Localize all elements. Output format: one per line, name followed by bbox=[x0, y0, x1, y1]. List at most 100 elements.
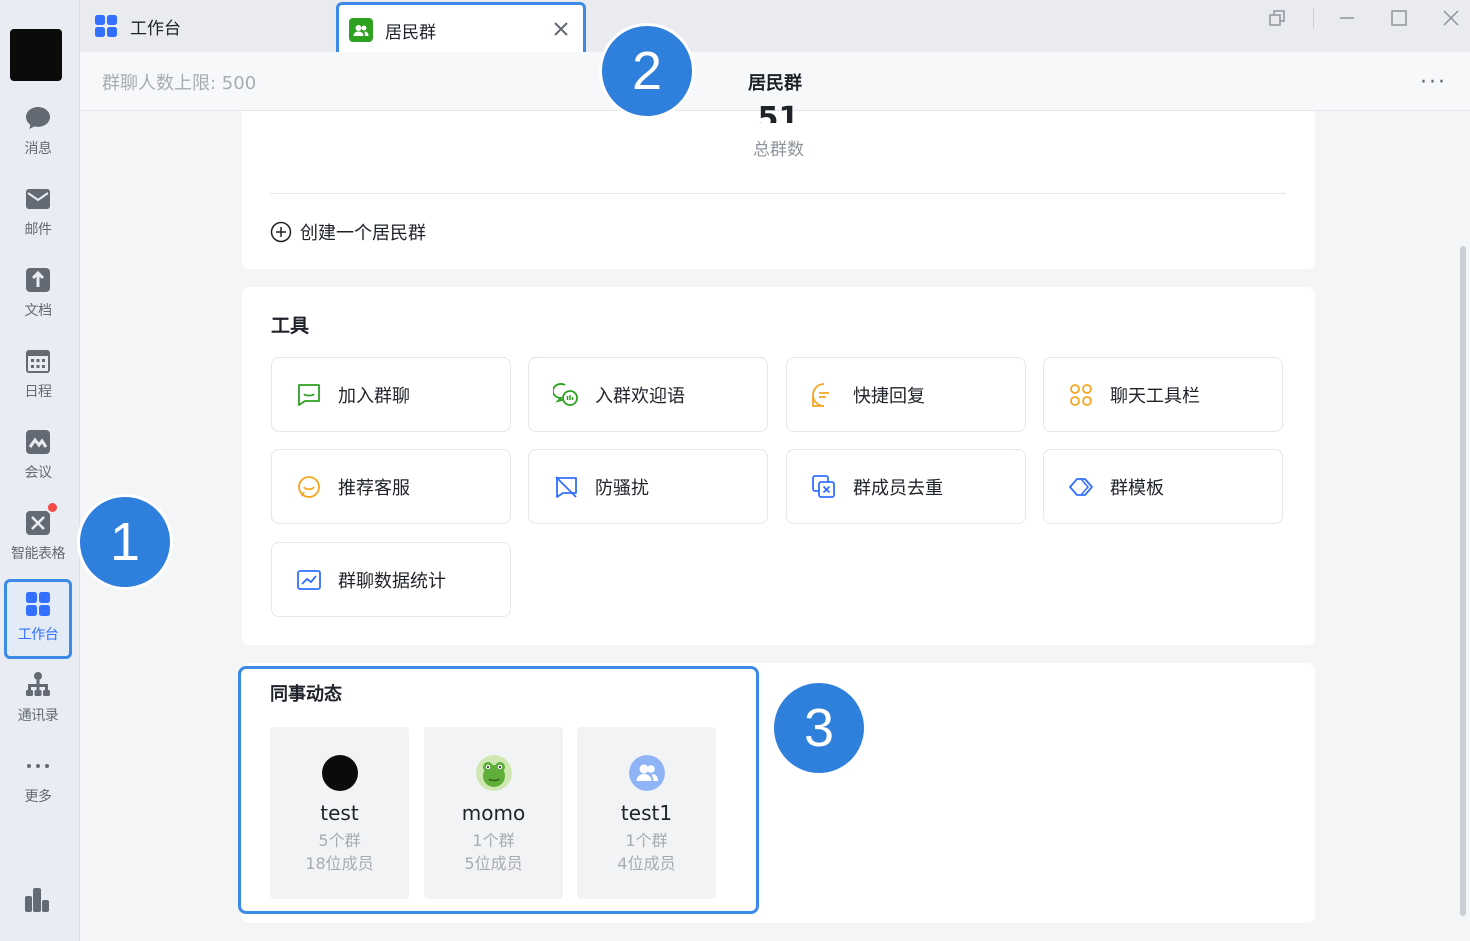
vertical-scrollbar[interactable] bbox=[1460, 246, 1466, 916]
sidebar-item-label: 日程 bbox=[24, 384, 53, 400]
document-icon bbox=[26, 268, 50, 292]
tool-chat-toolbar[interactable]: 聊天工具栏 bbox=[1043, 357, 1283, 432]
total-groups-label: 总群数 bbox=[753, 140, 804, 160]
sidebar-item-docs[interactable]: 文档 bbox=[4, 258, 72, 330]
tool-chat-stats[interactable]: 群聊数据统计 bbox=[271, 542, 511, 617]
sidebar-item-smart-table[interactable]: 智能表格 bbox=[4, 501, 72, 573]
avatar bbox=[321, 755, 358, 791]
workbench-grid-icon bbox=[95, 15, 117, 37]
member-limit-text: 群聊人数上限: 500 bbox=[102, 73, 257, 94]
sidebar-item-label: 智能表格 bbox=[11, 546, 66, 562]
create-group-label: 创建一个居民群 bbox=[300, 223, 426, 244]
colleague-card[interactable]: test1 1个群 4位成员 bbox=[577, 727, 716, 899]
sidebar-item-meeting[interactable]: 会议 bbox=[4, 420, 72, 492]
group-app-icon bbox=[349, 18, 373, 42]
callout-number: 2 bbox=[599, 23, 695, 119]
sidebar-item-mail[interactable]: 邮件 bbox=[4, 177, 72, 249]
chat-bubble-icon bbox=[26, 107, 50, 129]
calendar-icon bbox=[26, 350, 50, 373]
window-close-icon[interactable] bbox=[1441, 8, 1461, 28]
meeting-icon bbox=[26, 430, 50, 454]
user-avatar[interactable] bbox=[10, 29, 62, 81]
sidebar-item-label: 会议 bbox=[24, 465, 53, 481]
smart-table-icon bbox=[26, 511, 50, 535]
customer-service-icon bbox=[298, 475, 320, 498]
default-people-avatar bbox=[628, 755, 665, 791]
colleague-group-count: 1个群 bbox=[472, 831, 515, 850]
section-title: 同事动态 bbox=[270, 684, 342, 705]
tab-resident-group[interactable]: 居民群 bbox=[336, 2, 586, 58]
quick-reply-icon bbox=[812, 382, 829, 407]
app-logo-icon[interactable] bbox=[22, 884, 52, 914]
plus-circle-icon bbox=[270, 221, 292, 243]
notification-badge bbox=[46, 501, 59, 514]
colleague-name: test bbox=[320, 801, 359, 825]
colleague-member-count: 18位成员 bbox=[305, 854, 374, 873]
create-group-button[interactable]: 创建一个居民群 bbox=[270, 219, 426, 245]
colleague-name: test1 bbox=[620, 801, 673, 825]
tool-welcome-message[interactable]: 入群欢迎语 bbox=[528, 357, 768, 432]
colleague-member-count: 4位成员 bbox=[617, 854, 676, 873]
sidebar-item-label: 工作台 bbox=[17, 627, 59, 643]
tool-quick-reply[interactable]: 快捷回复 bbox=[786, 357, 1026, 432]
tool-group-template[interactable]: 群模板 bbox=[1043, 449, 1283, 524]
workbench-grid-icon bbox=[26, 592, 50, 616]
title-bar: 工作台 居民群 bbox=[80, 0, 1470, 58]
more-options-button[interactable]: ··· bbox=[1420, 70, 1447, 95]
tool-label: 推荐客服 bbox=[338, 477, 410, 499]
pop-out-window-icon[interactable] bbox=[1267, 8, 1287, 28]
tool-label: 加入群聊 bbox=[338, 385, 410, 407]
maximize-icon[interactable] bbox=[1389, 8, 1409, 28]
total-groups-value: 51 bbox=[757, 101, 800, 123]
more-dots-icon bbox=[27, 764, 49, 768]
sidebar-item-workbench[interactable]: 工作台 bbox=[4, 579, 72, 659]
callout-number: 1 bbox=[77, 494, 173, 590]
sidebar-item-label: 邮件 bbox=[24, 222, 53, 238]
close-icon[interactable] bbox=[551, 19, 571, 39]
tool-label: 入群欢迎语 bbox=[595, 385, 685, 407]
colleague-group-count: 5个群 bbox=[318, 831, 361, 850]
tab-workbench[interactable]: 工作台 bbox=[92, 0, 332, 52]
sidebar-item-label: 文档 bbox=[24, 303, 53, 319]
sidebar-item-calendar[interactable]: 日程 bbox=[4, 339, 72, 411]
tool-label: 群模板 bbox=[1110, 477, 1164, 499]
tab-label: 工作台 bbox=[130, 18, 181, 39]
anti-harassment-icon bbox=[555, 475, 577, 498]
tool-label: 防骚扰 bbox=[595, 477, 649, 499]
welcome-message-icon bbox=[553, 382, 578, 406]
dedupe-members-icon bbox=[812, 474, 835, 498]
colleague-group-count: 1个群 bbox=[625, 831, 668, 850]
join-chat-icon bbox=[298, 383, 320, 406]
minimize-icon[interactable] bbox=[1337, 8, 1357, 28]
page-title: 居民群 bbox=[748, 73, 802, 94]
left-sidebar: 消息 邮件 文档 日程 会议 智能表格 工作台 通讯录 更多 bbox=[0, 0, 80, 941]
callout-number: 3 bbox=[771, 680, 867, 776]
chat-stats-icon bbox=[297, 569, 321, 590]
tab-label: 居民群 bbox=[385, 22, 436, 43]
tool-label: 群成员去重 bbox=[853, 477, 943, 499]
sidebar-item-label: 消息 bbox=[24, 141, 53, 157]
colleague-name: momo bbox=[461, 801, 526, 825]
sidebar-item-label: 更多 bbox=[24, 789, 53, 805]
sidebar-item-more[interactable]: 更多 bbox=[4, 744, 72, 816]
colleague-member-count: 5位成员 bbox=[464, 854, 523, 873]
tool-label: 群聊数据统计 bbox=[338, 570, 446, 592]
tool-customer-service[interactable]: 推荐客服 bbox=[271, 449, 511, 524]
tool-dedupe-members[interactable]: 群成员去重 bbox=[786, 449, 1026, 524]
sidebar-item-contacts[interactable]: 通讯录 bbox=[4, 663, 72, 735]
colleague-card[interactable]: momo 1个群 5位成员 bbox=[424, 727, 563, 899]
sidebar-item-label: 通讯录 bbox=[17, 708, 59, 724]
mail-icon bbox=[26, 189, 50, 209]
group-template-icon bbox=[1069, 477, 1093, 496]
section-title: 工具 bbox=[271, 315, 310, 337]
chat-toolbar-icon bbox=[1070, 383, 1092, 406]
tools-card: 工具 加入群聊 入群欢迎语 快捷回复 聊天工具栏 推荐客服 防骚扰 群成员去重 … bbox=[242, 287, 1315, 645]
sidebar-item-messages[interactable]: 消息 bbox=[4, 96, 72, 168]
tool-join-chat[interactable]: 加入群聊 bbox=[271, 357, 511, 432]
summary-card: 51 总群数 创建一个居民群 bbox=[242, 101, 1315, 269]
colleague-card[interactable]: test 5个群 18位成员 bbox=[270, 727, 409, 899]
tool-label: 快捷回复 bbox=[853, 385, 925, 407]
tool-anti-harassment[interactable]: 防骚扰 bbox=[528, 449, 768, 524]
org-chart-icon bbox=[26, 672, 50, 696]
divider bbox=[1313, 8, 1314, 28]
